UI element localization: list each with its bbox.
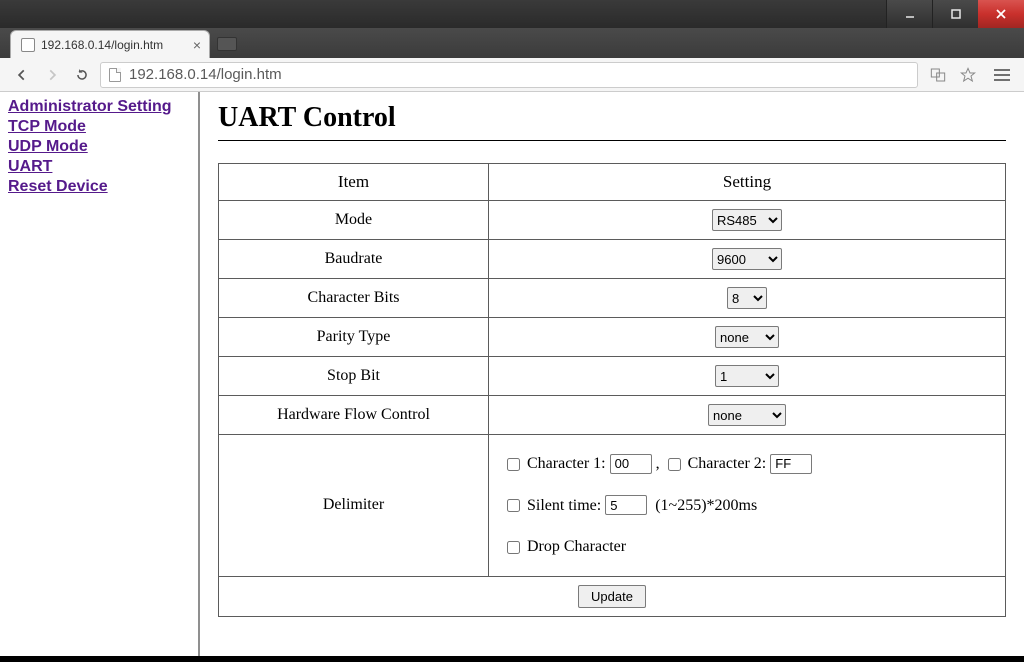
row-label-parity: Parity Type bbox=[219, 318, 489, 357]
translate-icon[interactable] bbox=[928, 65, 948, 85]
baudrate-select[interactable]: 9600 bbox=[712, 248, 782, 270]
row-label-stop-bit: Stop Bit bbox=[219, 357, 489, 396]
viewport: Administrator Setting TCP Mode UDP Mode … bbox=[0, 92, 1024, 656]
sidebar: Administrator Setting TCP Mode UDP Mode … bbox=[0, 92, 200, 656]
stop-bit-select[interactable]: 1 bbox=[715, 365, 779, 387]
main-content: UART Control Item Setting Mode RS485 bbox=[200, 92, 1024, 656]
row-label-baudrate: Baudrate bbox=[219, 240, 489, 279]
sidebar-item-udp-mode[interactable]: UDP Mode bbox=[8, 138, 190, 156]
row-label-flow-control: Hardware Flow Control bbox=[219, 396, 489, 435]
sidebar-item-tcp-mode[interactable]: TCP Mode bbox=[8, 118, 190, 136]
char1-checkbox[interactable] bbox=[507, 458, 520, 471]
page-title: UART Control bbox=[218, 102, 1006, 134]
row-label-delimiter: Delimiter bbox=[219, 435, 489, 577]
back-button[interactable] bbox=[10, 63, 34, 87]
window-titlebar bbox=[0, 0, 1024, 28]
character-bits-select[interactable]: 8 bbox=[727, 287, 767, 309]
parity-select[interactable]: none bbox=[715, 326, 779, 348]
new-tab-button[interactable] bbox=[210, 30, 244, 58]
url-text: 192.168.0.14/login.htm bbox=[129, 66, 282, 83]
browser-tab[interactable]: 192.168.0.14/login.htm × bbox=[10, 30, 210, 58]
sidebar-item-uart[interactable]: UART bbox=[8, 158, 190, 176]
silent-time-hint: (1~255)*200ms bbox=[655, 497, 757, 514]
title-divider bbox=[218, 140, 1006, 141]
tab-strip: 192.168.0.14/login.htm × bbox=[0, 28, 1024, 58]
window-close-button[interactable] bbox=[978, 0, 1024, 28]
site-info-icon[interactable] bbox=[109, 68, 121, 82]
sidebar-item-reset-device[interactable]: Reset Device bbox=[8, 178, 190, 196]
page-favicon-icon bbox=[21, 38, 35, 52]
drop-character-checkbox[interactable] bbox=[507, 541, 520, 554]
window-minimize-button[interactable] bbox=[886, 0, 932, 28]
delimiter-comma: , bbox=[656, 455, 664, 472]
row-label-mode: Mode bbox=[219, 201, 489, 240]
flow-control-select[interactable]: none bbox=[708, 404, 786, 426]
char1-input[interactable] bbox=[610, 454, 652, 474]
silent-time-label: Silent time: bbox=[527, 497, 601, 514]
star-icon[interactable] bbox=[958, 65, 978, 85]
browser-window: 192.168.0.14/login.htm × 192.168.0.14/lo… bbox=[0, 0, 1024, 662]
sidebar-item-administrator-setting[interactable]: Administrator Setting bbox=[8, 98, 190, 116]
char1-label: Character 1: bbox=[527, 455, 606, 472]
row-label-character-bits: Character Bits bbox=[219, 279, 489, 318]
mode-select[interactable]: RS485 bbox=[712, 209, 782, 231]
url-bar[interactable]: 192.168.0.14/login.htm bbox=[100, 62, 918, 88]
toolbar: 192.168.0.14/login.htm bbox=[0, 58, 1024, 92]
update-button[interactable]: Update bbox=[578, 585, 646, 608]
char2-checkbox[interactable] bbox=[668, 458, 681, 471]
char2-input[interactable] bbox=[770, 454, 812, 474]
silent-time-checkbox[interactable] bbox=[507, 499, 520, 512]
forward-button[interactable] bbox=[40, 63, 64, 87]
char2-label: Character 2: bbox=[688, 455, 767, 472]
tab-title: 192.168.0.14/login.htm bbox=[41, 38, 163, 52]
silent-time-input[interactable] bbox=[605, 495, 647, 515]
col-header-item: Item bbox=[219, 164, 489, 201]
tab-close-icon[interactable]: × bbox=[193, 38, 201, 52]
reload-button[interactable] bbox=[70, 63, 94, 87]
uart-config-table: Item Setting Mode RS485 Baudrate bbox=[218, 163, 1006, 617]
col-header-setting: Setting bbox=[489, 164, 1006, 201]
window-maximize-button[interactable] bbox=[932, 0, 978, 28]
menu-button[interactable] bbox=[990, 63, 1014, 87]
drop-character-label: Drop Character bbox=[527, 538, 626, 555]
